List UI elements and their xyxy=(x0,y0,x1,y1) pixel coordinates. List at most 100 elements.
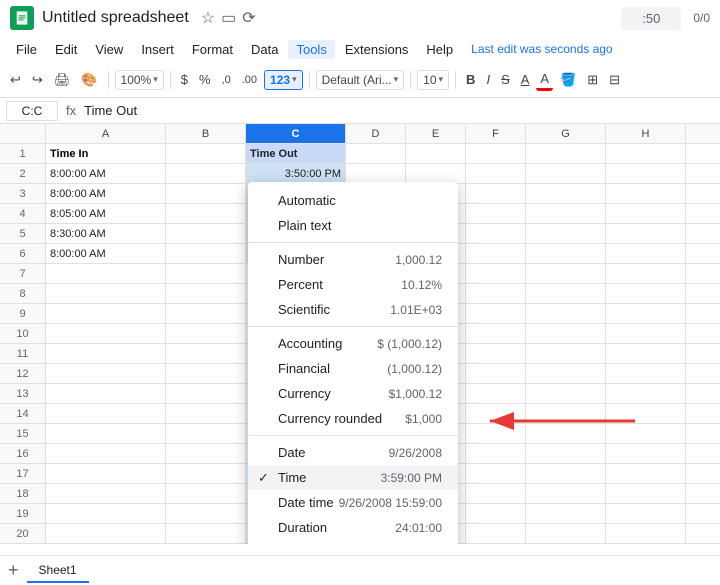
fm-number[interactable]: Number 1,000.12 xyxy=(248,247,458,272)
cell-h6[interactable] xyxy=(606,244,686,263)
cell-h2[interactable] xyxy=(606,164,686,183)
cell-b9[interactable] xyxy=(166,304,246,323)
font-size-dropdown[interactable]: 10 ▾ xyxy=(417,70,449,90)
cell-i9[interactable] xyxy=(686,304,720,323)
cell-a10[interactable] xyxy=(46,324,166,343)
fm-scientific[interactable]: Scientific 1.01E+03 xyxy=(248,297,458,322)
cell-f10[interactable] xyxy=(466,324,526,343)
cell-i13[interactable] xyxy=(686,384,720,403)
cell-h19[interactable] xyxy=(606,504,686,523)
cell-g16[interactable] xyxy=(526,444,606,463)
font-family-dropdown[interactable]: Default (Ari... ▾ xyxy=(316,70,405,90)
cell-h8[interactable] xyxy=(606,284,686,303)
menu-help[interactable]: Help xyxy=(418,40,461,59)
fm-financial[interactable]: Financial (1,000.12) xyxy=(248,356,458,381)
cell-a16[interactable] xyxy=(46,444,166,463)
cell-a1[interactable]: Time In xyxy=(46,144,166,163)
cell-a11[interactable] xyxy=(46,344,166,363)
cell-a19[interactable] xyxy=(46,504,166,523)
cell-i14[interactable] xyxy=(686,404,720,423)
cell-b4[interactable] xyxy=(166,204,246,223)
cell-a7[interactable] xyxy=(46,264,166,283)
cell-g19[interactable] xyxy=(526,504,606,523)
zoom-dropdown[interactable]: 100% ▾ xyxy=(115,70,164,90)
comma-btn[interactable]: ,0 xyxy=(218,72,235,88)
cell-a5[interactable]: 8:30:00 AM xyxy=(46,224,166,243)
cell-h12[interactable] xyxy=(606,364,686,383)
fm-automatic[interactable]: Automatic xyxy=(248,188,458,213)
table-row[interactable]: 28:00:00 AM3:50:00 PM xyxy=(0,164,720,184)
cell-g12[interactable] xyxy=(526,364,606,383)
cell-b1[interactable] xyxy=(166,144,246,163)
cell-f4[interactable] xyxy=(466,204,526,223)
cell-i1[interactable] xyxy=(686,144,720,163)
cell-f11[interactable] xyxy=(466,344,526,363)
italic-button[interactable]: I xyxy=(482,70,494,89)
cell-e2[interactable] xyxy=(406,164,466,183)
cell-g11[interactable] xyxy=(526,344,606,363)
cell-d1[interactable] xyxy=(346,144,406,163)
search-box[interactable]: :50 xyxy=(621,7,681,30)
cell-g3[interactable] xyxy=(526,184,606,203)
cell-h9[interactable] xyxy=(606,304,686,323)
cell-b16[interactable] xyxy=(166,444,246,463)
cell-h18[interactable] xyxy=(606,484,686,503)
cell-f1[interactable] xyxy=(466,144,526,163)
col-header-f[interactable]: F xyxy=(466,124,526,143)
fm-plain-text[interactable]: Plain text xyxy=(248,213,458,238)
menu-tools[interactable]: Tools xyxy=(288,40,334,59)
cell-f20[interactable] xyxy=(466,524,526,543)
menu-extensions[interactable]: Extensions xyxy=(337,40,417,59)
cell-g6[interactable] xyxy=(526,244,606,263)
cell-i11[interactable] xyxy=(686,344,720,363)
cell-i16[interactable] xyxy=(686,444,720,463)
cell-b11[interactable] xyxy=(166,344,246,363)
cell-i8[interactable] xyxy=(686,284,720,303)
menu-insert[interactable]: Insert xyxy=(133,40,182,59)
cell-h1[interactable] xyxy=(606,144,686,163)
dollar-btn[interactable]: $ xyxy=(177,70,192,89)
cell-b2[interactable] xyxy=(166,164,246,183)
cell-b15[interactable] xyxy=(166,424,246,443)
cell-i19[interactable] xyxy=(686,504,720,523)
cell-b12[interactable] xyxy=(166,364,246,383)
col-header-d[interactable]: D xyxy=(346,124,406,143)
col-header-g[interactable]: G xyxy=(526,124,606,143)
cell-f5[interactable] xyxy=(466,224,526,243)
cell-b13[interactable] xyxy=(166,384,246,403)
app-title[interactable]: Untitled spreadsheet xyxy=(42,9,189,27)
cell-d2[interactable] xyxy=(346,164,406,183)
cell-g10[interactable] xyxy=(526,324,606,343)
cell-g4[interactable] xyxy=(526,204,606,223)
cell-b19[interactable] xyxy=(166,504,246,523)
col-header-h[interactable]: H xyxy=(606,124,686,143)
paint-format-button[interactable]: 🎨 xyxy=(77,70,101,90)
cell-i12[interactable] xyxy=(686,364,720,383)
fm-datetime[interactable]: Date time 9/26/2008 15:59:00 xyxy=(248,490,458,515)
cell-b20[interactable] xyxy=(166,524,246,543)
cell-b7[interactable] xyxy=(166,264,246,283)
fill-color-button[interactable]: 🪣 xyxy=(556,70,580,90)
cell-i6[interactable] xyxy=(686,244,720,263)
menu-edit[interactable]: Edit xyxy=(47,40,85,59)
cell-f16[interactable] xyxy=(466,444,526,463)
cell-b10[interactable] xyxy=(166,324,246,343)
cell-c1[interactable]: Time Out xyxy=(246,144,346,163)
cell-a12[interactable] xyxy=(46,364,166,383)
cell-f8[interactable] xyxy=(466,284,526,303)
cell-a2[interactable]: 8:00:00 AM xyxy=(46,164,166,183)
cell-i18[interactable] xyxy=(686,484,720,503)
menu-file[interactable]: File xyxy=(8,40,45,59)
strikethrough-button[interactable]: S xyxy=(497,70,514,89)
format-menu[interactable]: Automatic Plain text Number 1,000.12 Per… xyxy=(248,182,458,544)
menu-format[interactable]: Format xyxy=(184,40,241,59)
cell-h3[interactable] xyxy=(606,184,686,203)
cell-g9[interactable] xyxy=(526,304,606,323)
star-icon[interactable]: ☆ xyxy=(201,8,215,28)
table-row[interactable]: 1Time InTime Out xyxy=(0,144,720,164)
cell-h16[interactable] xyxy=(606,444,686,463)
cell-a13[interactable] xyxy=(46,384,166,403)
cell-g8[interactable] xyxy=(526,284,606,303)
underline-button[interactable]: A xyxy=(517,70,534,89)
cell-b5[interactable] xyxy=(166,224,246,243)
